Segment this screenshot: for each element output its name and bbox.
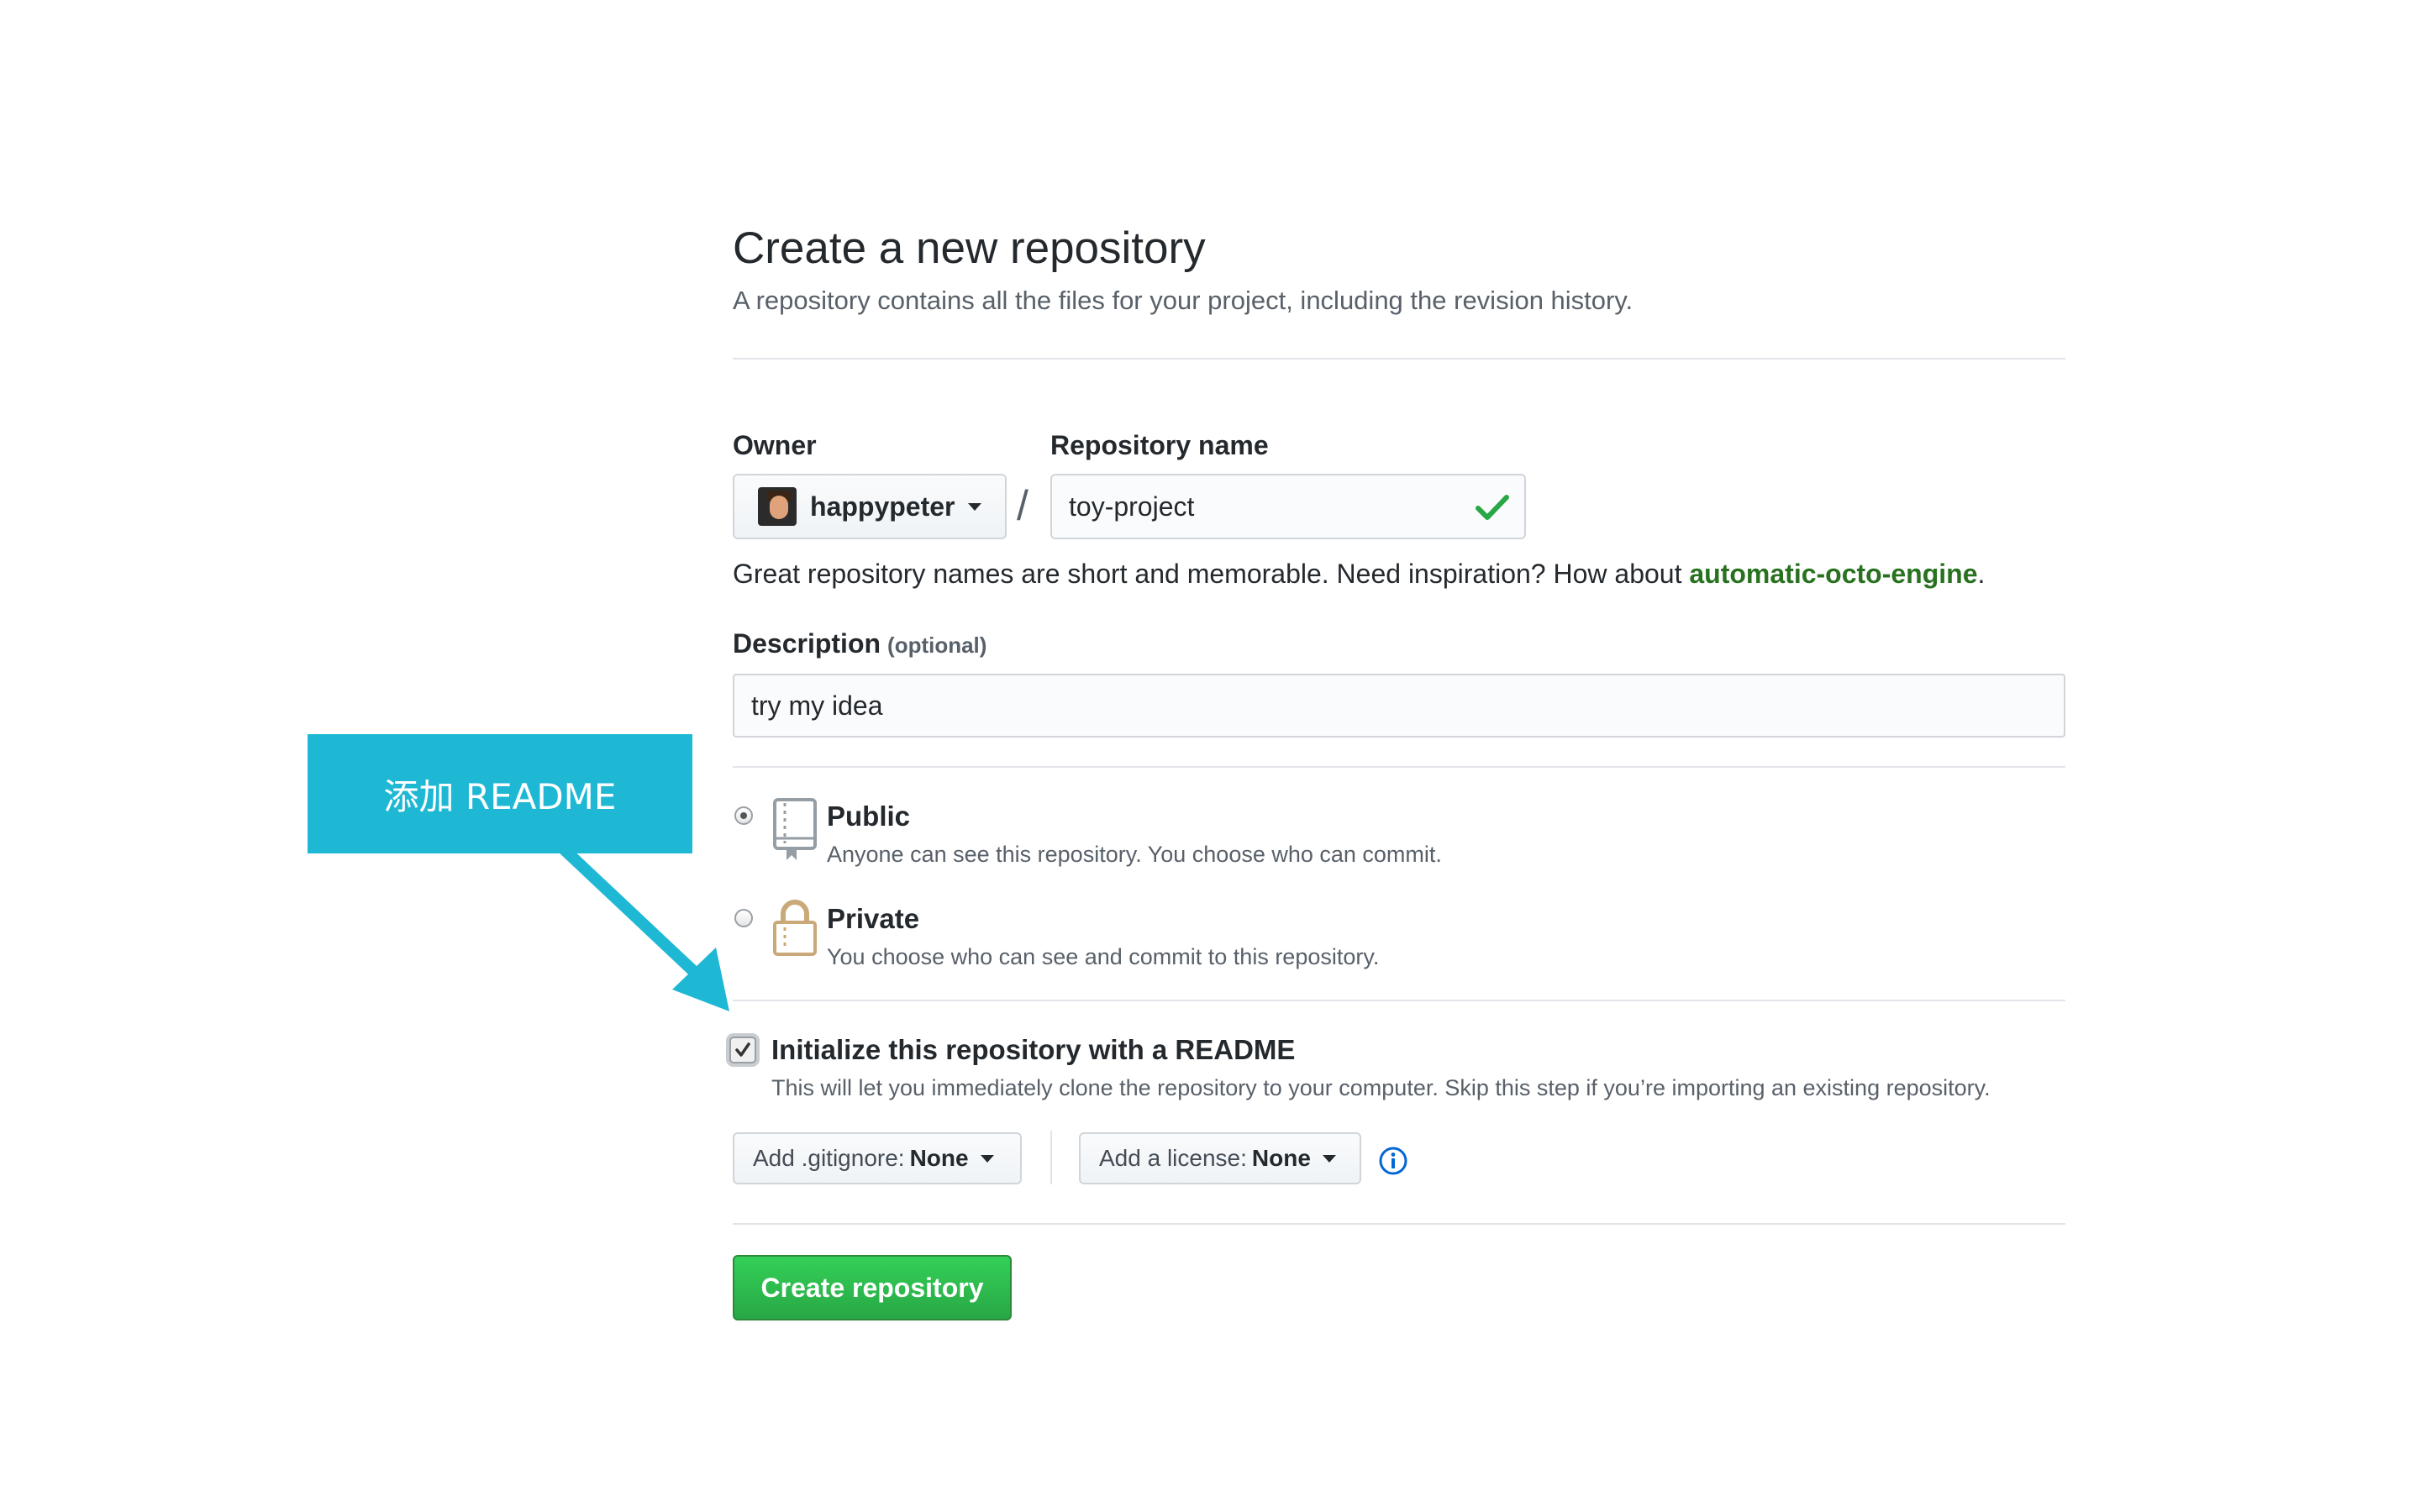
owner-label: Owner [733,430,817,460]
private-title: Private [827,903,920,934]
owner-name: happypeter [810,491,955,522]
page-title: Create a new repository [733,223,1206,273]
avatar [758,487,797,526]
readme-title: Initialize this repository with a README [771,1034,1296,1065]
chevron-down-icon [968,502,982,511]
create-repository-button[interactable]: Create repository [733,1255,1012,1320]
arrow-icon [559,843,729,1011]
license-select[interactable]: Add a license: None [1079,1132,1361,1184]
repo-book-icon [773,798,817,860]
chevron-down-icon [980,1154,994,1163]
header-divider [733,358,2065,360]
public-note: Anyone can see this repository. You choo… [827,842,1442,867]
repo-name-label: Repository name [1050,430,1269,460]
checkbox-check-icon [735,1042,750,1057]
select-separator [1050,1131,1052,1184]
check-icon [1476,495,1509,520]
footer-divider [733,1223,2065,1225]
lock-icon [773,900,817,956]
visibility-divider [733,1000,2065,1001]
license-value: None [1251,1145,1311,1171]
repo-name-hint: Great repository names are short and mem… [733,554,1985,593]
gitignore-select[interactable]: Add .gitignore: None [733,1132,1022,1184]
public-title: Public [827,801,911,832]
repo-name-input[interactable]: toy-project [1050,474,1526,539]
description-input[interactable]: try my idea [733,674,2065,738]
hint-text: Great repository names are short and mem… [733,559,1690,589]
readme-note: This will let you immediately clone the … [771,1075,1991,1100]
hint-suffix: . [1977,559,1986,589]
gitignore-prefix: Add .gitignore: [753,1145,905,1171]
owner-repo-separator: / [1017,482,1028,529]
license-prefix: Add a license: [1099,1145,1247,1171]
repo-name-value: toy-project [1069,491,1195,522]
owner-select[interactable]: happypeter [733,474,1007,539]
description-label: Description (optional) [733,625,986,664]
gitignore-value: None [909,1145,969,1171]
public-radio[interactable] [734,806,753,825]
name-suggestion-link[interactable]: automatic-octo-engine [1689,559,1977,589]
description-label-text: Description [733,628,881,659]
optional-note: (optional) [887,633,987,658]
chevron-down-icon [1322,1154,1336,1163]
info-icon[interactable] [1378,1146,1408,1176]
description-value: try my idea [751,690,883,721]
private-note: You choose who can see and commit to thi… [827,944,1380,969]
description-divider [733,766,2065,768]
page-subtitle: A repository contains all the files for … [733,286,1634,315]
readme-checkbox[interactable] [729,1037,756,1063]
